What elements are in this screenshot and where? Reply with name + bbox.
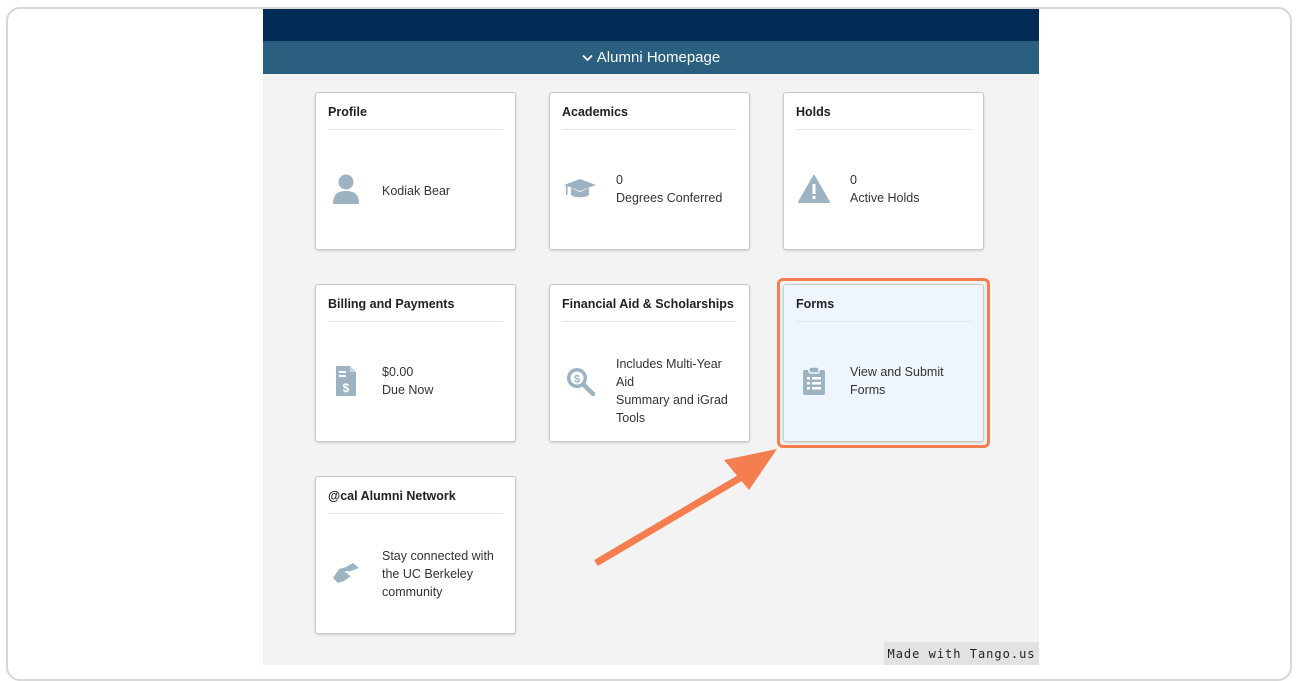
tango-watermark: Made with Tango.us xyxy=(884,642,1039,665)
pointer-arrow-icon xyxy=(594,449,777,567)
